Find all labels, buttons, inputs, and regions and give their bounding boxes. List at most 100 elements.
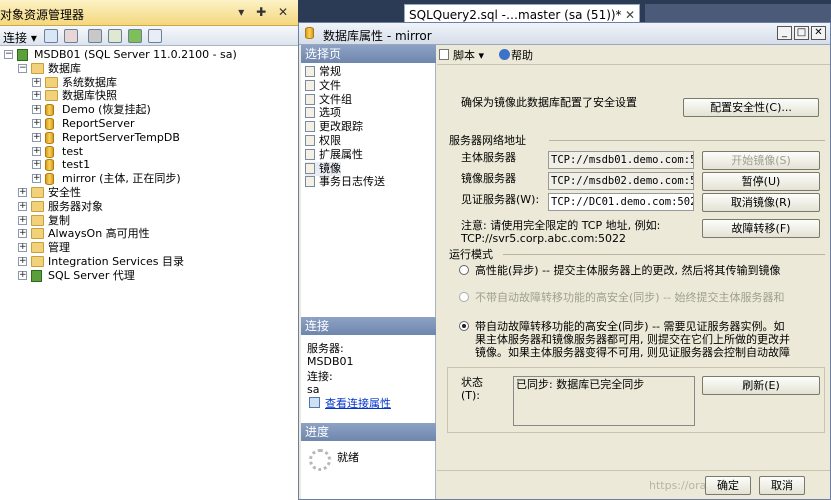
tree-node[interactable]: + ReportServer [0,117,298,131]
minimize-button[interactable]: _ [777,26,792,40]
view-connection-properties-link[interactable]: 查看连接属性 [325,397,391,410]
witness-server-label: 见证服务器(W): [461,193,540,206]
mode-sync-failover-radio[interactable] [459,321,469,331]
tree-node[interactable]: + mirror (主体, 正在同步) [0,172,298,186]
cancel-button[interactable]: 取消 [759,476,805,495]
tab-label: SQLQuery2.sql -…master (sa (51))* [409,8,622,22]
expand-icon[interactable]: + [32,77,41,87]
tree-node[interactable]: + 系统数据库 [0,76,298,90]
database-icon [45,159,54,172]
tree-node[interactable]: + test [0,145,298,159]
security-info-text: 确保为镜像此数据库配置了安全设置 [461,96,637,109]
page-item[interactable]: 文件 [305,79,341,93]
expand-icon[interactable]: + [32,119,41,128]
tree-node[interactable]: − MSDB01 (SQL Server 11.0.2100 - sa) [0,48,298,62]
tree-node[interactable]: + 复制 [0,214,298,228]
expand-icon[interactable]: + [18,201,27,211]
tree-node[interactable]: + ReportServerTempDB [0,131,298,145]
disconnect-icon[interactable] [64,29,78,43]
refresh-button[interactable]: 刷新(E) [702,376,820,395]
page-icon [305,79,315,91]
connect-icon[interactable] [44,29,58,43]
collapse-icon[interactable]: − [4,50,13,59]
page-item[interactable]: 扩展属性 [305,148,363,162]
object-explorer-toolbar: 连接 ▾ [0,26,298,46]
expand-icon[interactable]: + [32,174,41,184]
page-item[interactable]: 选项 [305,106,341,120]
principal-server-field[interactable]: TCP://msdb01.demo.com:5022 [548,151,694,169]
configure-security-button[interactable]: 配置安全性(C)... [683,98,819,117]
tree-node[interactable]: + 管理 [0,241,298,255]
mode-sync-no-failover-label: 不带自动故障转移功能的高安全(同步) -- 始终提交主体服务器和 [475,291,785,304]
mode-sync-failover-label-3: 镜像。如果主体服务器变得不可用, 则见证服务器会控制自动故障 [475,346,790,359]
start-mirroring-button[interactable]: 开始镜像(S) [702,151,820,170]
object-explorer-title: 对象资源管理器 [0,8,85,22]
expand-icon[interactable]: + [18,229,27,239]
connect-button[interactable]: 连接 ▾ [3,29,37,46]
script-button[interactable]: 脚本 ▾ [453,49,484,62]
progress-spinner-icon [309,449,331,471]
page-label: 常规 [319,65,341,78]
mode-async-radio[interactable] [459,265,469,275]
page-item[interactable]: 文件组 [305,93,352,107]
ok-button[interactable]: 确定 [705,476,751,495]
database-icon [45,131,54,144]
expand-icon[interactable]: + [32,146,41,156]
tree-node-label: ReportServer [62,117,135,130]
page-item[interactable]: 更改跟踪 [305,120,363,134]
close-button[interactable]: ✕ [811,26,826,40]
expand-icon[interactable]: + [18,257,27,266]
group-divider [549,140,825,141]
server-icon [17,49,28,61]
page-item[interactable]: 事务日志传送 [305,175,385,189]
page-label: 事务日志传送 [319,175,385,189]
tree-node[interactable]: + 数据库快照 [0,89,298,103]
connection-properties-icon [309,397,320,408]
tree-node[interactable]: − 数据库 [0,62,298,76]
filter-icon[interactable] [108,29,122,43]
expand-icon[interactable]: + [32,91,41,101]
expand-icon[interactable]: + [32,132,41,142]
expand-icon[interactable]: + [18,188,27,197]
tree-node[interactable]: + test1 [0,158,298,172]
expand-icon[interactable]: + [18,243,27,253]
pane-window-buttons[interactable]: ▾ ✚ ✕ [238,5,292,19]
witness-server-field[interactable]: TCP://DC01.demo.com:5022 [548,193,694,211]
tree-node[interactable]: + 服务器对象 [0,200,298,214]
expand-icon[interactable]: + [32,160,41,170]
object-explorer: 对象资源管理器 ▾ ✚ ✕ 连接 ▾ − MSDB01 (SQL Server 1… [0,0,298,500]
tree-node[interactable]: + AlwaysOn 高可用性 [0,227,298,241]
page-selector-pane: 选择页 常规 文件 文件组 选项 更改跟踪 权限 扩展属性 镜像 事务日志传送 连接 服务器: … [301,45,436,499]
note-line-1: 注意: 请使用完全限定的 TCP 地址, 例如: [461,219,661,232]
expand-icon[interactable]: + [32,105,41,115]
database-icon [45,118,54,130]
tree-node-label: 服务器对象 [48,199,103,213]
page-item[interactable]: 权限 [305,134,341,148]
pause-button[interactable]: 暂停(U) [702,172,820,191]
operating-mode-group-label: 运行模式 [449,248,493,261]
mirror-server-label: 镜像服务器 [461,172,516,185]
summary-icon[interactable] [148,29,162,43]
mode-sync-no-failover-radio[interactable] [459,292,469,302]
tree-node[interactable]: + Demo (恢复挂起) [0,103,298,117]
refresh-icon[interactable] [128,29,142,43]
collapse-icon[interactable]: − [18,63,27,73]
object-tree: − MSDB01 (SQL Server 11.0.2100 - sa) − 数据库 +… [0,48,298,500]
folder-icon [31,200,44,212]
page-item[interactable]: 镜像 [305,161,341,176]
mirror-server-field[interactable]: TCP://msdb02.demo.com:5022 [548,172,694,190]
maximize-button[interactable]: □ [794,26,809,40]
tree-node[interactable]: + 安全性 [0,186,298,200]
server-label: 服务器: [307,342,344,355]
server-value: MSDB01 [307,355,354,368]
mode-sync-failover-label-2: 果主体服务器和镜像服务器都可用, 则提交在它们上所做的更改并 [475,333,790,346]
expand-icon[interactable]: + [18,270,27,280]
help-button[interactable]: 帮助 [511,49,533,62]
page-item[interactable]: 常规 [305,65,341,79]
expand-icon[interactable]: + [18,215,27,225]
tree-node[interactable]: + SQL Server 代理 [0,269,298,283]
tree-node[interactable]: + Integration Services 目录 [0,255,298,269]
remove-mirroring-button[interactable]: 取消镜像(R) [702,193,820,212]
failover-button[interactable]: 故障转移(F) [702,219,820,238]
stop-icon[interactable] [88,29,102,43]
